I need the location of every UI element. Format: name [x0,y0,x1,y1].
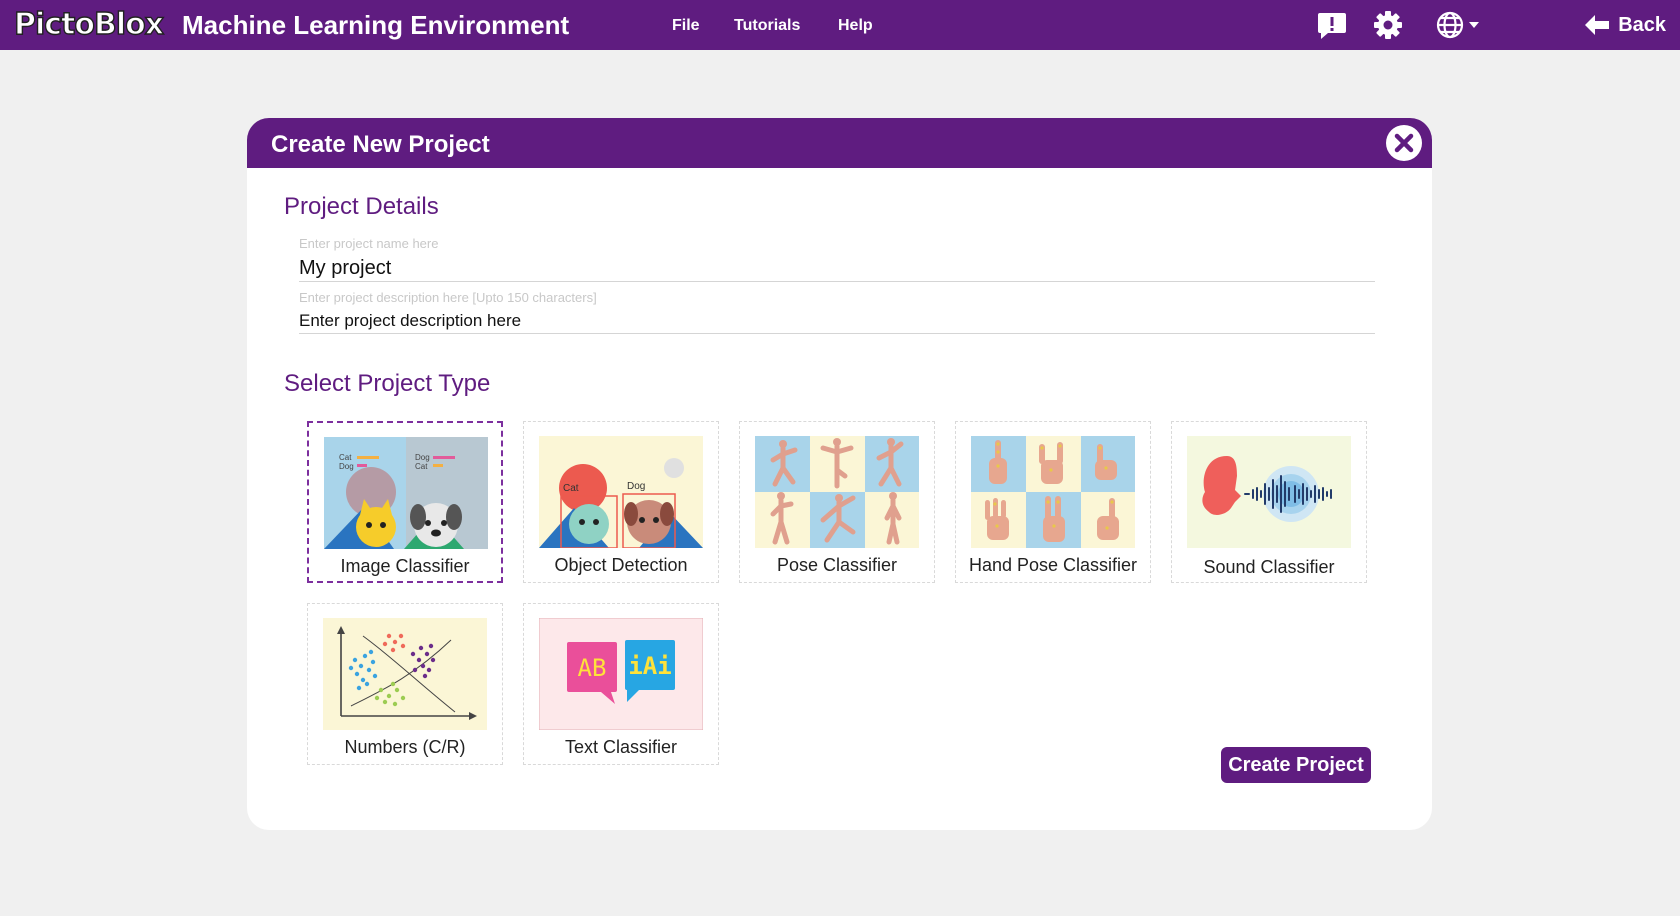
project-type-label: Numbers (C/R) [344,737,466,757]
logo-text: PictoBlox [13,7,165,42]
project-type-label: Pose Classifier [776,555,898,575]
create-project-dialog: Create New Project Project Details Enter… [247,118,1432,830]
dialog-title: Create New Project [271,131,490,158]
project-type-label: Object Detection [554,555,688,575]
thumb-label-dog: Dog [339,462,354,471]
project-type-label: Sound Classifier [1203,557,1335,577]
thumb-label-dog-2: Dog [415,453,430,462]
close-icon [1394,133,1414,153]
numbers-illustration [323,618,487,730]
project-description-input[interactable] [299,310,1375,332]
close-button[interactable] [1386,125,1422,161]
project-type-label: Image Classifier [340,556,470,576]
project-type-hand-pose-classifier[interactable]: Hand Pose Classifier [955,421,1151,583]
thumb-text-iai: iAi [628,652,671,680]
dialog-header: Create New Project [247,118,1432,168]
hand-pose-classifier-illustration [971,436,1135,548]
app-title: Machine Learning Environment [182,10,570,40]
thumb-text-ab: AB [578,654,607,682]
back-label: Back [1618,13,1666,36]
globe-icon[interactable] [1436,9,1486,41]
back-button[interactable]: Back [1584,11,1666,39]
image-classifier-illustration: Cat Dog Dog Cat [324,437,488,549]
thumb-label-dog: Dog [627,481,645,492]
text-classifier-illustration: AB iAi [539,618,703,730]
menu-tutorials[interactable]: Tutorials [734,16,800,36]
project-type-object-detection[interactable]: Cat Dog Object Detection [523,421,719,583]
menu-help[interactable]: Help [838,16,873,36]
project-description-field: Enter project description here [Upto 150… [299,290,1375,334]
sound-classifier-illustration [1187,436,1351,548]
top-bar: PictoBlox Machine Learning Environment F… [0,0,1680,50]
project-details-heading: Project Details [284,193,439,220]
feedback-icon[interactable] [1316,9,1348,41]
thumb-label-cat: Cat [563,483,579,494]
create-project-button[interactable]: Create Project [1221,747,1371,783]
gear-icon[interactable] [1372,9,1404,41]
project-type-text-classifier[interactable]: AB iAi Text Classifier [523,603,719,765]
project-type-sound-classifier[interactable]: Sound Classifier [1171,421,1367,583]
project-name-label: Enter project name here [299,236,439,251]
project-type-numbers[interactable]: Numbers (C/R) [307,603,503,765]
project-type-image-classifier[interactable]: Cat Dog Dog Cat Image Classifier [307,421,503,583]
project-type-label: Hand Pose Classifier [968,555,1138,575]
project-type-label: Text Classifier [564,737,678,757]
menu-file[interactable]: File [672,16,700,36]
select-project-type-heading: Select Project Type [284,370,491,397]
pictoblox-logo: PictoBlox [13,7,165,42]
thumb-label-cat-2: Cat [415,462,428,471]
pose-classifier-illustration [755,436,919,548]
project-description-label: Enter project description here [Upto 150… [299,290,597,305]
project-name-input[interactable] [299,256,1375,280]
project-name-field: Enter project name here [299,236,1375,282]
project-type-pose-classifier[interactable]: Pose Classifier [739,421,935,583]
arrow-left-icon [1585,15,1610,35]
thumb-label-cat: Cat [339,453,352,462]
object-detection-illustration: Cat Dog [539,436,703,548]
